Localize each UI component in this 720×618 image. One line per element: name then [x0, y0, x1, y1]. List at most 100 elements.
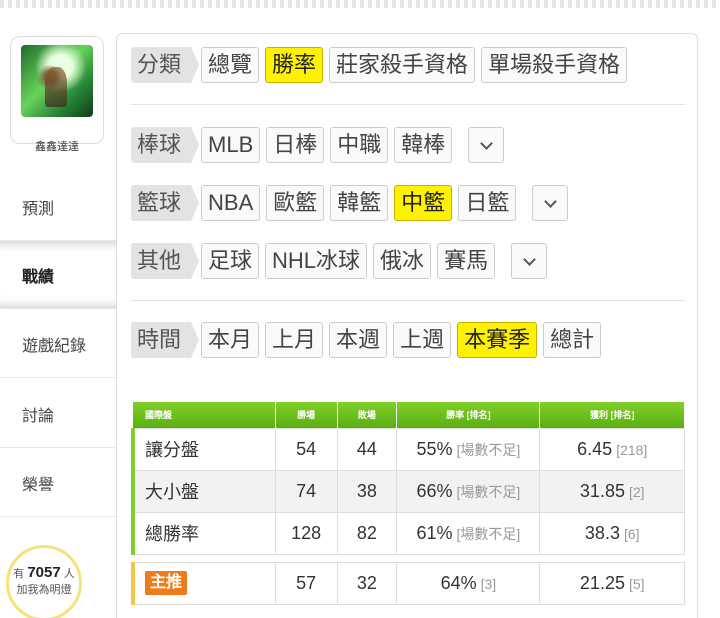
profit-rank: [6]	[623, 525, 640, 542]
row-rate: 64% [3]	[396, 561, 541, 605]
chip-soccer[interactable]: 足球	[201, 243, 260, 279]
chevron-down-icon	[479, 136, 493, 150]
fans-count: 7057	[27, 564, 61, 581]
rate-rank: [3]	[480, 575, 497, 592]
label-time: 時間	[131, 322, 200, 358]
rate-value: 64%	[440, 572, 477, 593]
chevron-down-icon	[543, 194, 557, 208]
chip-this-week[interactable]: 本週	[329, 322, 388, 358]
profit-rank: [218]	[616, 441, 648, 458]
menu-item-predict[interactable]: 預測	[0, 173, 116, 241]
chip-single-killer[interactable]: 單場殺手資格	[481, 47, 628, 83]
filter-row-baseball: 棒球 MLB 日棒 中職 韓棒	[131, 126, 505, 164]
divider	[131, 300, 685, 301]
chip-npb[interactable]: 日棒	[266, 127, 325, 163]
chip-this-season[interactable]: 本賽季	[457, 322, 538, 358]
chip-last-week[interactable]: 上週	[393, 322, 452, 358]
other-more-dropdown[interactable]	[511, 243, 548, 279]
chip-cba[interactable]: 中籃	[394, 185, 453, 221]
rate-rank: [場數不足]	[456, 525, 521, 542]
chip-bleague[interactable]: 日籃	[458, 185, 517, 221]
chip-last-month[interactable]: 上月	[265, 322, 324, 358]
row-rate: 66% [場數不足]	[396, 469, 541, 513]
row-name: 主推	[130, 561, 276, 605]
row-profit: 6.45 [218]	[539, 427, 685, 471]
row-rate: 55% [場數不足]	[396, 427, 541, 471]
row-losses: 38	[336, 469, 398, 513]
row-wins: 74	[274, 469, 338, 513]
filter-row-time: 時間 本月 上月 本週 上週 本賽季 總計	[131, 321, 607, 359]
header-wins: 勝場	[275, 402, 338, 428]
row-wins: 128	[274, 511, 338, 555]
header-profit: 獲利 [排名]	[539, 402, 685, 428]
chip-overview[interactable]: 總覽	[201, 47, 260, 83]
chip-euroleague[interactable]: 歐籃	[266, 185, 325, 221]
rate-value: 55%	[416, 438, 453, 459]
rate-rank: [場數不足]	[456, 483, 521, 500]
row-losses: 44	[336, 427, 398, 471]
avatar[interactable]	[21, 45, 93, 117]
row-name: 大小盤	[130, 469, 276, 513]
chip-banker-killer[interactable]: 莊家殺手資格	[329, 47, 476, 83]
chip-nba[interactable]: NBA	[201, 185, 261, 221]
filter-row-other: 其他 足球 NHL冰球 俄冰 賽馬	[131, 242, 548, 280]
profit-rank: [2]	[628, 483, 645, 500]
main-panel: 分類 總覽 勝率 莊家殺手資格 單場殺手資格 棒球 MLB 日棒 中職 韓棒 籃…	[116, 33, 698, 618]
baseball-more-dropdown[interactable]	[468, 127, 505, 163]
fans-suffix: 人	[63, 568, 75, 580]
profit-value: 21.25	[579, 572, 625, 593]
row-losses: 32	[336, 561, 398, 605]
avatar-card[interactable]	[10, 36, 104, 144]
chip-khl[interactable]: 俄冰	[373, 243, 432, 279]
row-name: 讓分盤	[130, 427, 276, 471]
row-profit: 38.3 [6]	[539, 511, 685, 555]
fans-text: 加我為明燈	[16, 584, 72, 596]
label-category: 分類	[131, 47, 200, 83]
row-wins: 57	[274, 561, 338, 605]
chip-kbl[interactable]: 韓籃	[330, 185, 389, 221]
rate-value: 66%	[416, 480, 453, 501]
label-basketball: 籃球	[131, 185, 200, 221]
header-market: 國際盤	[133, 402, 276, 428]
row-name: 總勝率	[130, 511, 276, 555]
table-row: 總勝率 128 82 61% [場數不足] 38.3 [6]	[130, 511, 685, 555]
chip-kbo[interactable]: 韓棒	[394, 127, 453, 163]
profit-value: 31.85	[579, 480, 625, 501]
chip-nhl[interactable]: NHL冰球	[265, 243, 368, 279]
profit-value: 6.45	[577, 438, 613, 459]
row-losses: 82	[336, 511, 398, 555]
chip-cpbl[interactable]: 中職	[330, 127, 389, 163]
chip-this-month[interactable]: 本月	[201, 322, 260, 358]
chip-total[interactable]: 總計	[543, 322, 602, 358]
table-row-main-pick: 主推 57 32 64% [3] 21.25 [5]	[130, 561, 685, 605]
chip-mlb[interactable]: MLB	[201, 127, 261, 163]
profit-rank: [5]	[628, 575, 645, 592]
label-other: 其他	[131, 243, 200, 279]
rate-rank: [場數不足]	[456, 441, 521, 458]
chip-win-rate[interactable]: 勝率	[265, 47, 324, 83]
main-pick-badge: 主推	[145, 571, 188, 595]
basketball-more-dropdown[interactable]	[532, 185, 569, 221]
divider	[131, 104, 685, 105]
fans-badge[interactable]: 有 7057 人 加我為明燈	[6, 545, 82, 618]
fans-prefix: 有	[13, 568, 25, 580]
table-row: 讓分盤 54 44 55% [場數不足] 6.45 [218]	[130, 427, 685, 471]
chip-horse-racing[interactable]: 賽馬	[437, 243, 496, 279]
row-profit: 31.85 [2]	[539, 469, 685, 513]
menu-item-discussion[interactable]: 討論	[0, 380, 116, 448]
menu-item-record[interactable]: 戰績	[0, 241, 116, 309]
table-header-row: 國際盤 勝場 敗場 勝率 [排名] 獲利 [排名]	[133, 402, 685, 428]
menu-item-honor[interactable]: 榮譽	[0, 449, 116, 517]
row-rate: 61% [場數不足]	[396, 511, 541, 555]
row-profit: 21.25 [5]	[539, 561, 685, 605]
header-losses: 敗場	[337, 402, 398, 428]
chevron-down-icon	[522, 252, 536, 266]
label-baseball: 棒球	[131, 127, 200, 163]
menu-item-game-log[interactable]: 遊戲紀錄	[0, 310, 116, 378]
rate-value: 61%	[416, 522, 453, 543]
username[interactable]: 鑫鑫達達	[10, 138, 104, 154]
spacer-cell	[133, 554, 685, 562]
profit-value: 38.3	[584, 522, 620, 543]
table-row: 大小盤 74 38 66% [場數不足] 31.85 [2]	[130, 469, 685, 513]
top-border	[0, 0, 720, 8]
